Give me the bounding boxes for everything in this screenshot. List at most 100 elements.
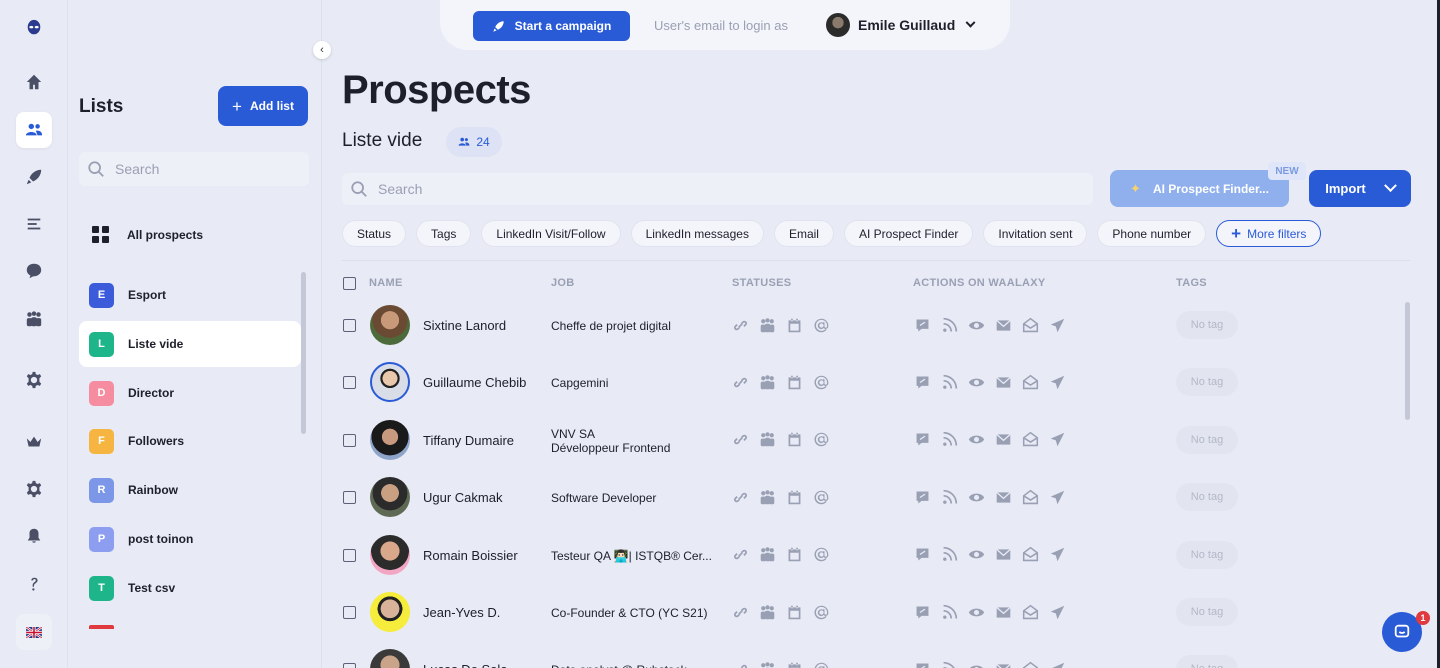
email-icon[interactable] [994,660,1012,668]
prospect-name[interactable]: Romain Boissier [423,548,518,563]
no-tag-badge[interactable]: No tag [1176,598,1238,626]
send-icon[interactable] [1048,488,1066,506]
ai-prospect-finder-button[interactable]: ✦ AI Prospect Finder... [1110,170,1289,207]
account-gear-icon[interactable] [16,471,52,507]
link-icon[interactable] [731,603,749,621]
column-header-name[interactable]: NAME [369,277,403,289]
no-tag-badge[interactable]: No tag [1176,311,1238,339]
at-email-icon[interactable] [812,316,830,334]
follow-rss-icon[interactable] [940,316,958,334]
crown-icon[interactable] [16,424,52,460]
visit-eye-icon[interactable] [967,546,985,564]
no-tag-badge[interactable]: No tag [1176,368,1238,397]
team-icon[interactable] [758,373,776,391]
send-icon[interactable] [1048,660,1066,668]
at-email-icon[interactable] [812,660,830,668]
avatar[interactable] [370,362,410,403]
collapse-sidebar-button[interactable]: ‹ [313,41,331,59]
at-email-icon[interactable] [812,488,830,506]
email-open-icon[interactable] [1021,603,1039,621]
linkedin-message-icon[interactable] [913,488,931,506]
home-icon[interactable] [16,64,52,100]
table-row[interactable]: Lucas De Sala Data analyst @ Rubstack No t… [342,641,1402,668]
list-item-followers[interactable]: F Followers [79,418,301,464]
visit-eye-icon[interactable] [967,660,985,668]
send-icon[interactable] [1048,546,1066,564]
team-icon[interactable] [16,301,52,337]
column-header-job[interactable]: JOB [551,277,575,289]
inbox-chat-icon[interactable] [16,253,52,289]
link-icon[interactable] [731,546,749,564]
follow-rss-icon[interactable] [940,546,958,564]
filter-linkedin-messages[interactable]: LinkedIn messages [630,220,764,247]
link-icon[interactable] [731,316,749,334]
linkedin-message-icon[interactable] [913,373,931,391]
follow-rss-icon[interactable] [940,603,958,621]
table-row[interactable]: Sixtine Lanord Cheffe de projet digital No… [342,297,1402,354]
team-icon[interactable] [758,603,776,621]
row-checkbox[interactable] [343,376,356,390]
at-email-icon[interactable] [812,373,830,391]
calendar-icon[interactable] [785,660,803,668]
email-open-icon[interactable] [1021,316,1039,334]
language-flag-icon[interactable] [16,614,52,650]
link-icon[interactable] [731,373,749,391]
filter-ai-prospect-finder[interactable]: AI Prospect Finder [843,220,974,247]
column-header-tags[interactable]: TAGS [1176,277,1207,289]
list-item-post-toinon[interactable]: P post toinon [79,516,301,562]
column-header-actions[interactable]: ACTIONS ON WAALAXY [913,277,1046,289]
lists-search-input[interactable]: Search [79,152,309,186]
at-email-icon[interactable] [812,603,830,621]
import-button[interactable]: Import [1309,170,1411,207]
calendar-icon[interactable] [785,316,803,334]
email-open-icon[interactable] [1021,660,1039,668]
team-icon[interactable] [758,546,776,564]
table-row[interactable]: Tiffany Dumaire VNV SA Développeur Fronten… [342,412,1402,469]
at-email-icon[interactable] [812,431,830,449]
linkedin-message-icon[interactable] [913,660,931,668]
filter-status[interactable]: Status [342,220,407,247]
link-icon[interactable] [731,488,749,506]
no-tag-badge[interactable]: No tag [1176,655,1238,668]
row-checkbox[interactable] [343,491,356,505]
add-list-button[interactable]: + Add list [218,86,308,126]
follow-rss-icon[interactable] [940,488,958,506]
email-open-icon[interactable] [1021,373,1039,391]
visit-eye-icon[interactable] [967,316,985,334]
linkedin-message-icon[interactable] [913,546,931,564]
user-menu[interactable]: Emile Guillaud [826,13,976,37]
avatar[interactable] [370,305,410,345]
prospect-name[interactable]: Lucas De Sala [423,662,508,668]
email-icon[interactable] [994,316,1012,334]
no-tag-badge[interactable]: No tag [1176,483,1238,512]
team-icon[interactable] [758,431,776,449]
sequence-icon[interactable] [16,206,52,242]
email-open-icon[interactable] [1021,488,1039,506]
filter-phone-number[interactable]: Phone number [1097,220,1207,247]
send-icon[interactable] [1048,603,1066,621]
follow-rss-icon[interactable] [940,431,958,449]
visit-eye-icon[interactable] [967,431,985,449]
notification-bell-icon[interactable] [16,518,52,554]
email-icon[interactable] [994,546,1012,564]
list-item-director[interactable]: D Director [79,370,301,416]
select-all-checkbox[interactable] [343,277,356,290]
prospect-name[interactable]: Guillaume Chebib [423,375,526,390]
calendar-icon[interactable] [785,373,803,391]
prospect-search-input[interactable]: Search [342,173,1093,205]
follow-rss-icon[interactable] [940,373,958,391]
email-icon[interactable] [994,488,1012,506]
table-row[interactable]: Guillaume Chebib Capgemini No tag [342,354,1402,411]
email-open-icon[interactable] [1021,431,1039,449]
team-icon[interactable] [758,316,776,334]
send-icon[interactable] [1048,431,1066,449]
team-icon[interactable] [758,660,776,668]
linkedin-message-icon[interactable] [913,431,931,449]
row-checkbox[interactable] [343,606,356,619]
filter-tags[interactable]: Tags [416,220,472,247]
avatar[interactable] [370,649,410,668]
link-icon[interactable] [731,660,749,668]
team-icon[interactable] [758,488,776,506]
no-tag-badge[interactable]: No tag [1176,540,1238,569]
row-checkbox[interactable] [343,548,356,562]
